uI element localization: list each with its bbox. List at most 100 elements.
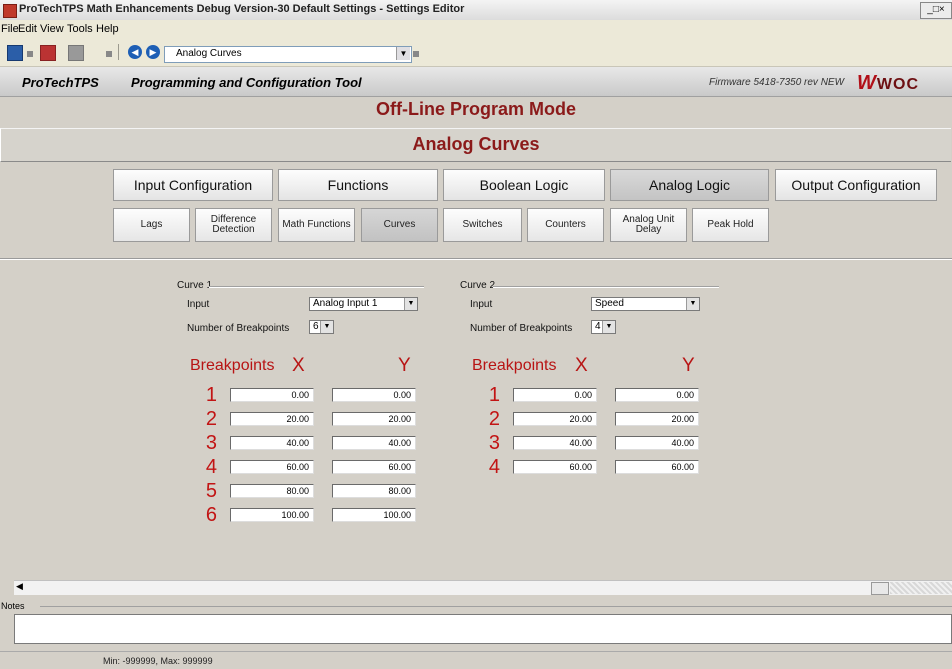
- curve2-x-input[interactable]: 0.00: [513, 388, 597, 402]
- woodward-logo: WWOC: [857, 72, 919, 94]
- curve2-input-label: Input: [470, 299, 493, 310]
- menu-edit[interactable]: Edit: [18, 23, 37, 35]
- app-subtitle: Programming and Configuration Tool: [131, 75, 362, 90]
- scroll-track: [890, 582, 952, 594]
- curve2-x-input[interactable]: 60.00: [513, 460, 597, 474]
- curve1-x-input[interactable]: 100.00: [230, 508, 314, 522]
- tab-boolean-logic[interactable]: Boolean Logic: [443, 169, 605, 201]
- curve1-row-index: 4: [205, 456, 217, 478]
- app-header: ProTechTPS Programming and Configuration…: [0, 67, 952, 97]
- curve1-input-label: Input: [187, 299, 210, 310]
- curve1-x-header: X: [292, 355, 305, 376]
- curve1-input-select[interactable]: Analog Input 1 ▼: [309, 297, 418, 311]
- page-title: Analog Curves: [412, 134, 540, 154]
- curve1-y-header: Y: [398, 355, 411, 376]
- curve2-breakpoints-header: Breakpoints: [472, 357, 557, 374]
- subtab-counters[interactable]: Counters: [527, 208, 604, 242]
- divider: [0, 258, 952, 260]
- curve2-y-input[interactable]: 60.00: [615, 460, 699, 474]
- notes-field[interactable]: [14, 614, 952, 644]
- curve2-group-line: [493, 286, 719, 288]
- chevron-down-icon: ▼: [320, 321, 333, 333]
- subtab-analog-unit-delay[interactable]: Analog Unit Delay: [610, 208, 687, 242]
- window-controls[interactable]: _□×: [920, 2, 952, 19]
- curve1-x-input[interactable]: 20.00: [230, 412, 314, 426]
- status-text: Min: -999999, Max: 999999: [103, 656, 213, 666]
- curve1-y-input[interactable]: 40.00: [332, 436, 416, 450]
- tab-analog-logic[interactable]: Analog Logic: [610, 169, 769, 201]
- export-icon[interactable]: [68, 45, 84, 61]
- curve2-row-index: 3: [488, 432, 500, 454]
- menu-help[interactable]: Help: [96, 23, 119, 35]
- title-bar: ProTechTPS Math Enhancements Debug Versi…: [0, 0, 952, 21]
- chevron-down-icon: ▼: [404, 298, 417, 310]
- curve2-input-select[interactable]: Speed ▼: [591, 297, 700, 311]
- curve1-y-input[interactable]: 0.00: [332, 388, 416, 402]
- curve2-x-input[interactable]: 40.00: [513, 436, 597, 450]
- curve2-row-index: 2: [488, 408, 500, 430]
- scroll-left-icon[interactable]: ◀: [16, 581, 23, 592]
- menu-tools[interactable]: Tools: [67, 23, 93, 35]
- curve1-breakpoints-label: Number of Breakpoints: [187, 323, 290, 334]
- dropdown-small-icon-2[interactable]: [106, 51, 112, 57]
- subtab-peak-hold[interactable]: Peak Hold: [692, 208, 769, 242]
- chart-icon[interactable]: [40, 45, 56, 61]
- curve2-y-input[interactable]: 20.00: [615, 412, 699, 426]
- curve1-y-input[interactable]: 100.00: [332, 508, 416, 522]
- tab-functions[interactable]: Functions: [278, 169, 438, 201]
- subtab-math-functions[interactable]: Math Functions: [278, 208, 355, 242]
- dropdown-small-icon[interactable]: [27, 51, 33, 57]
- curve1-breakpoints-header: Breakpoints: [190, 357, 275, 374]
- toolbar-separator: [118, 44, 119, 60]
- notes-label: Notes: [1, 601, 25, 611]
- curve1-y-input[interactable]: 20.00: [332, 412, 416, 426]
- chevron-down-icon: ▼: [686, 298, 699, 310]
- curve2-breakpoints-select[interactable]: 4 ▼: [591, 320, 616, 334]
- curve2-y-input[interactable]: 40.00: [615, 436, 699, 450]
- curve2-x-input[interactable]: 20.00: [513, 412, 597, 426]
- chevron-down-icon: ▼: [602, 321, 615, 333]
- firmware-version: Firmware 5418-7350 rev NEW: [709, 77, 845, 88]
- chevron-down-icon[interactable]: ▼: [396, 47, 410, 60]
- scroll-thumb[interactable]: [871, 582, 889, 595]
- app-name: ProTechTPS: [22, 75, 99, 90]
- curve2-y-input[interactable]: 0.00: [615, 388, 699, 402]
- tab-output-configuration[interactable]: Output Configuration: [775, 169, 937, 201]
- subtab-curves[interactable]: Curves: [361, 208, 438, 242]
- curve1-group-line: [209, 286, 424, 288]
- tab-input-configuration[interactable]: Input Configuration: [113, 169, 273, 201]
- forward-icon[interactable]: ▶: [146, 45, 160, 59]
- subtab-difference-detection[interactable]: Difference Detection: [195, 208, 272, 242]
- save-icon[interactable]: [7, 45, 23, 61]
- curve1-row-index: 5: [205, 480, 217, 502]
- curve2-y-header: Y: [682, 355, 695, 376]
- curve1-row-index: 2: [205, 408, 217, 430]
- curve1-row-index: 3: [205, 432, 217, 454]
- curve1-y-input[interactable]: 60.00: [332, 460, 416, 474]
- curve2-title: Curve 2: [460, 280, 496, 291]
- subtab-switches[interactable]: Switches: [443, 208, 522, 242]
- curve2-breakpoints-label: Number of Breakpoints: [470, 323, 573, 334]
- curve1-row-index: 6: [205, 504, 217, 526]
- notes-divider: [40, 606, 952, 607]
- curve1-title: Curve 1: [177, 280, 213, 291]
- horizontal-scrollbar[interactable]: ◀: [14, 580, 952, 595]
- curve1-breakpoints-select[interactable]: 6 ▼: [309, 320, 334, 334]
- menu-file[interactable]: File: [1, 23, 19, 35]
- back-icon[interactable]: ◀: [128, 45, 142, 59]
- dropdown-small-icon-3[interactable]: [413, 51, 419, 57]
- curve1-x-input[interactable]: 0.00: [230, 388, 314, 402]
- curve1-x-input[interactable]: 40.00: [230, 436, 314, 450]
- curve1-x-input[interactable]: 80.00: [230, 484, 314, 498]
- menu-view[interactable]: View: [40, 23, 64, 35]
- subtab-lags[interactable]: Lags: [113, 208, 190, 242]
- curve1-y-input[interactable]: 80.00: [332, 484, 416, 498]
- curve2-row-index: 1: [488, 384, 500, 406]
- page-selector-value: Analog Curves: [176, 48, 242, 59]
- menu-bar: File Edit View Tools Help: [0, 20, 952, 38]
- curve2-row-index: 4: [488, 456, 500, 478]
- mode-title: Off-Line Program Mode: [375, 99, 576, 119]
- window-title: ProTechTPS Math Enhancements Debug Versi…: [19, 3, 465, 15]
- curve1-x-input[interactable]: 60.00: [230, 460, 314, 474]
- curve1-row-index: 1: [205, 384, 217, 406]
